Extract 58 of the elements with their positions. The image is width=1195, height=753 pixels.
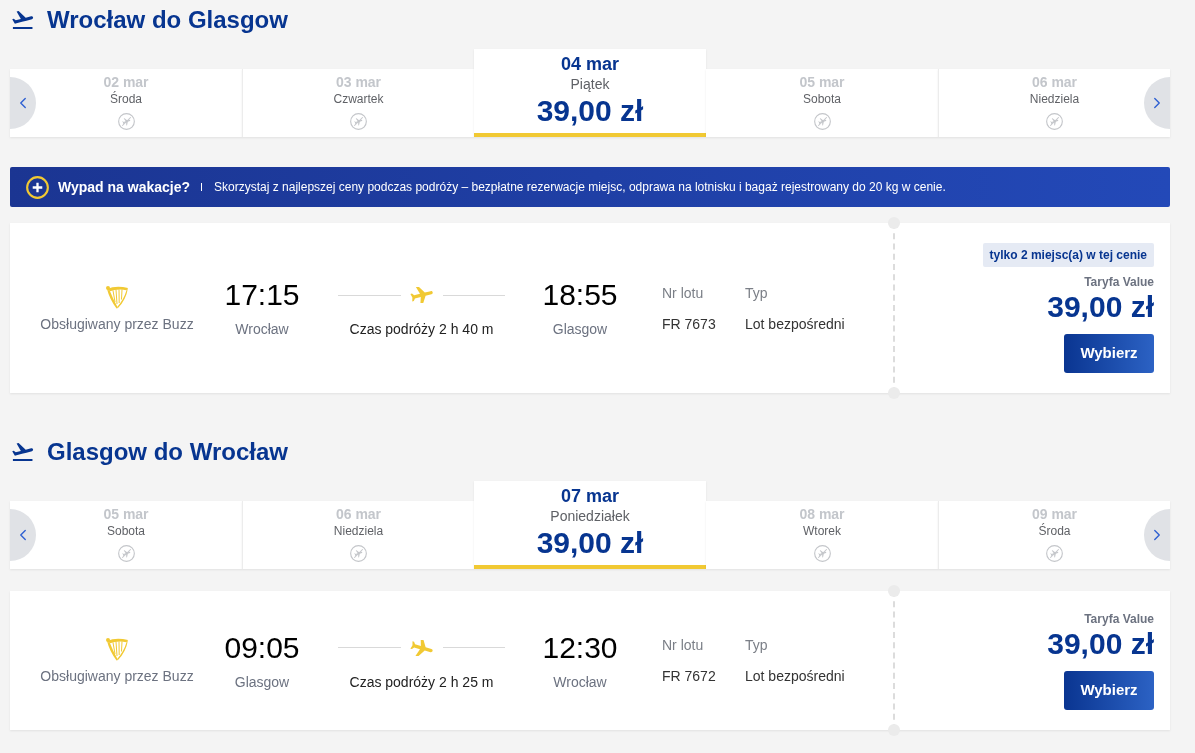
plane-takeoff-icon [11,443,35,461]
no-flights-icon [350,113,367,130]
departure-time: 09:05 [224,629,300,666]
date-tab[interactable]: 07 mar Poniedziałek 39,00 zł [474,481,706,569]
no-flights-icon [350,545,367,562]
departure-time: 17:15 [224,277,300,313]
no-flights-icon [1046,545,1063,562]
flight-number-label: Nr lotu [662,283,704,303]
select-button[interactable]: Wybierz [1064,671,1154,710]
journey-title: Wrocław do Glasgow [47,5,288,35]
date-tab[interactable]: 02 mar Środa [10,69,242,137]
ticket-notch [888,724,900,736]
flight-type: Lot bezpośredni [745,667,845,686]
promo-title: Wypad na wakacje? [58,177,190,197]
plus-circle-icon [26,175,49,199]
operator-label: Obsługiwany przez Buzz [40,667,194,685]
arrival-time: 12:30 [542,629,618,666]
date-tab[interactable]: 05 mar Sobota [10,501,242,569]
seats-left-badge: tylko 2 miejsc(a) w tej cenie [982,243,1154,267]
promo-text: Skorzystaj z najlepszej ceny podczas podróży – bezpłatne rezerwacje miejsc, odprawa na lotnisku i bagaż rejestrowany do 20 kg w cenie. [214,179,946,196]
journey-title: Glasgow do Wrocław [47,437,288,467]
fare-name: Taryfa Value [1084,611,1154,627]
travel-duration: Czas podróży 2 h 40 m [349,320,494,339]
date-tab[interactable]: 06 mar Niedziela [938,69,1170,137]
flight-number: FR 7673 [662,314,716,334]
travel-duration: Czas podróży 2 h 25 m [349,672,494,692]
no-flights-icon [1046,113,1063,130]
harp-logo-icon [104,283,130,309]
flight-number: FR 7672 [662,667,716,686]
flight-type-label: Typ [745,636,768,655]
date-tab[interactable]: 05 mar Sobota [706,69,938,137]
arrival-city: Wrocław [553,672,607,692]
plane-icon [408,287,435,303]
date-tab[interactable]: 04 mar Piątek 39,00 zł [474,49,706,137]
date-tab[interactable]: 03 mar Czwartek [242,69,474,137]
arrival-city: Glasgow [552,320,608,339]
operator-label: Obsługiwany przez Buzz [40,314,194,333]
no-flights-icon [813,545,831,562]
fare-price: 39,00 zł [1047,627,1154,661]
no-flights-icon [117,545,135,562]
fare-price: 39,00 zł [1047,290,1154,324]
flight-number-label: Nr lotu [662,636,704,655]
departure-city: Wrocław [235,320,289,339]
date-tab[interactable]: 06 mar Niedziela [242,501,474,569]
date-tab[interactable]: 08 mar Wtorek [706,501,938,569]
date-tab[interactable]: 09 mar Środa [938,501,1170,569]
no-flights-icon [813,113,831,130]
departure-city: Glasgow [234,672,290,692]
flight-type-label: Typ [745,283,768,303]
flight-type: Lot bezpośredni [745,314,845,334]
harp-logo-icon [104,636,130,661]
no-flights-icon [117,113,135,130]
fare-name: Taryfa Value [1084,274,1154,290]
plane-takeoff-icon [11,11,35,29]
select-button[interactable]: Wybierz [1064,334,1154,373]
arrival-time: 18:55 [542,277,618,313]
ticket-notch [888,387,900,399]
plane-icon [408,639,435,656]
